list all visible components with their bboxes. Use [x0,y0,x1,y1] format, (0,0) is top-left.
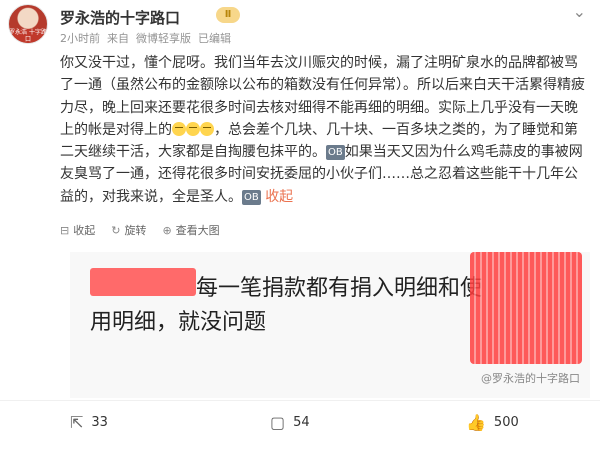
emoji-icon [186,121,200,136]
post-header: 罗永浩 十字路口 罗永浩的十字路口 Ⅱ 2小时前 来自 微博轻享版 已编辑 ⌄ [0,0,600,50]
redaction-scribble [90,268,196,296]
ob-emoji-icon: OB [326,145,345,161]
post-footer: ⇱ 33 ▢ 54 👍 500 [0,400,600,449]
edited-label[interactable]: 已编辑 [198,32,231,45]
post-text: 你又没干过，懂个屁呀。我们当年去汶川赈灾的时候，漏了注明矿泉水的品牌都被骂了一通… [60,52,590,208]
repost-button[interactable]: ⇱ 33 [70,413,108,432]
repost-count: 33 [91,415,108,430]
rotate-image-button[interactable]: ↻ 旋转 [111,222,146,238]
like-count: 500 [493,415,519,430]
post-time[interactable]: 2小时前 [60,32,100,45]
image-text-line-1: 每一笔捐款都有捐入明细和使 [196,276,483,301]
post-image[interactable]: 每一笔捐款都有捐入明细和使 用明细，就没问题 @罗永浩的十字路口 [70,252,590,398]
comment-count: 54 [293,415,310,430]
collapse-image-label: 收起 [73,224,96,237]
post-meta: 2小时前 来自 微博轻享版 已编辑 [60,30,231,46]
image-watermark: @罗永浩的十字路口 [481,372,580,385]
collapse-link[interactable]: 收起 [265,189,293,205]
repost-icon: ⇱ [70,413,84,432]
chevron-down-icon[interactable]: ⌄ [573,2,586,21]
emoji-icon [172,121,186,136]
ob-emoji-icon: OB [242,189,261,205]
view-large-button[interactable]: ⊕ 查看大图 [162,222,219,238]
collapse-icon: ⊟ [60,224,70,237]
like-button[interactable]: 👍 500 [466,413,519,432]
view-large-label: 查看大图 [175,224,220,237]
avatar-caption: 罗永浩 十字路口 [9,29,47,43]
comment-button[interactable]: ▢ 54 [270,413,310,432]
avatar[interactable]: 罗永浩 十字路口 [8,4,48,44]
image-text-line-2: 用明细，就没问题 [90,310,267,335]
emoji-icon [200,121,214,136]
user-level-badge: Ⅱ [216,7,240,23]
zoom-in-icon: ⊕ [162,224,172,237]
rotate-icon: ↻ [111,224,121,237]
post-source[interactable]: 微博轻享版 [136,32,191,45]
collapse-image-button[interactable]: ⊟ 收起 [60,222,95,238]
like-icon: 👍 [466,413,486,432]
author-name[interactable]: 罗永浩的十字路口 [60,7,180,28]
redaction-scribble [470,252,582,364]
source-prefix: 来自 [107,32,129,45]
comment-icon: ▢ [270,413,286,432]
image-actions: ⊟ 收起 ↻ 旋转 ⊕ 查看大图 [60,222,220,238]
rotate-image-label: 旋转 [124,224,147,237]
